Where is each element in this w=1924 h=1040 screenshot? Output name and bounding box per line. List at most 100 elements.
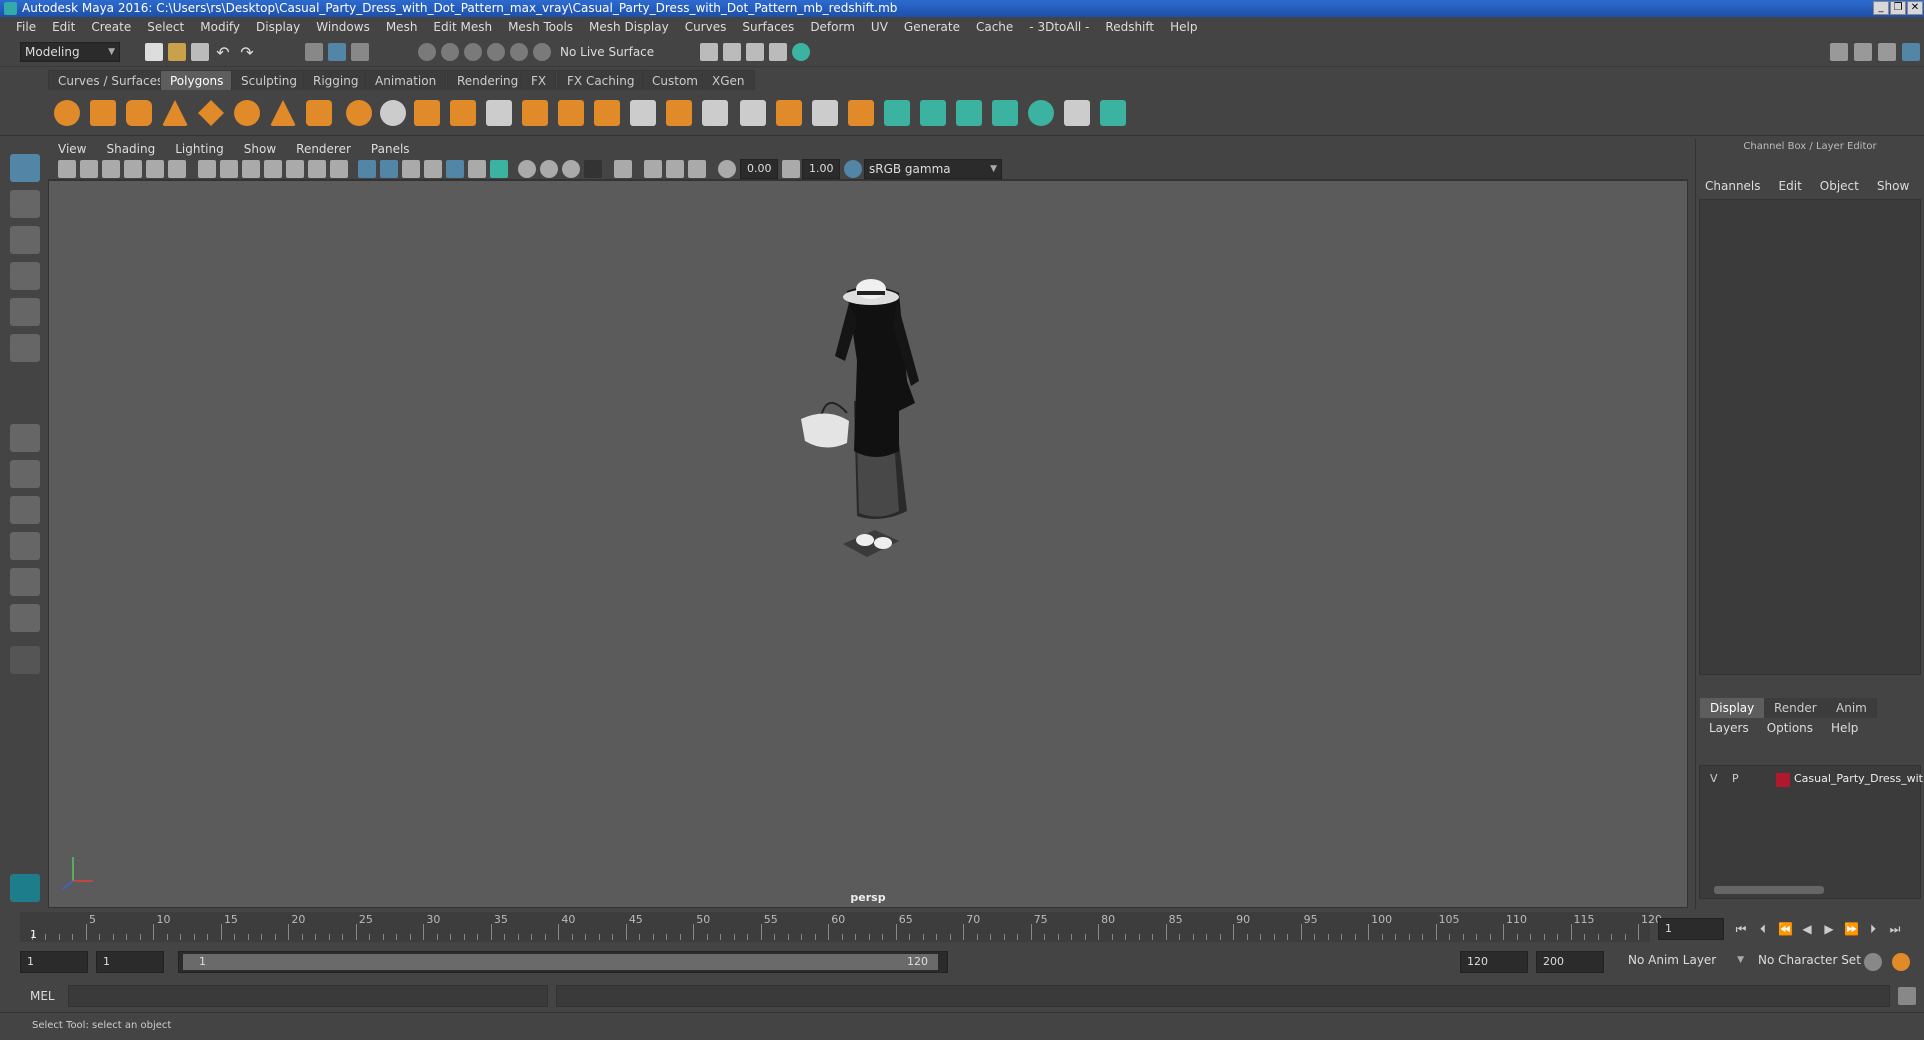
preferences-icon[interactable] — [1892, 953, 1910, 971]
menu-redshift[interactable]: Redshift — [1097, 20, 1162, 34]
depth-of-field-icon[interactable] — [584, 160, 602, 178]
snap-pivot-icon[interactable] — [533, 43, 551, 61]
layer-menu-layers[interactable]: Layers — [1700, 721, 1758, 735]
poly-cone-icon[interactable] — [162, 100, 188, 126]
four-view-layout-icon[interactable] — [10, 460, 40, 488]
menu-curves[interactable]: Curves — [677, 20, 735, 34]
range-slider[interactable]: 1 120 — [178, 951, 948, 973]
poly-cylinder-icon[interactable] — [126, 100, 152, 126]
separate-icon[interactable] — [380, 100, 406, 126]
automatic-uv-icon[interactable] — [992, 100, 1018, 126]
poly-torus-icon[interactable] — [234, 100, 260, 126]
resolution-gate-icon[interactable] — [242, 160, 260, 178]
xray-active-icon[interactable] — [688, 160, 706, 178]
open-scene-icon[interactable] — [168, 43, 186, 61]
lasso-tool-icon[interactable] — [10, 190, 40, 218]
multi-cut-icon[interactable] — [702, 100, 728, 126]
layer-visibility-toggle[interactable]: V — [1710, 772, 1718, 785]
layer-tab-render[interactable]: Render — [1764, 698, 1827, 718]
xray-joints-icon[interactable] — [666, 160, 684, 178]
channel-menu-show[interactable]: Show — [1868, 179, 1918, 193]
target-weld-icon[interactable] — [740, 100, 766, 126]
menu-create[interactable]: Create — [83, 20, 139, 34]
shelf-tab-custom[interactable]: Custom — [642, 70, 708, 90]
menu-windows[interactable]: Windows — [308, 20, 378, 34]
layer-list-scrollbar[interactable] — [1714, 886, 1824, 894]
save-scene-icon[interactable] — [191, 43, 209, 61]
wireframe-icon[interactable] — [358, 160, 376, 178]
paint-select-tool-icon[interactable] — [10, 226, 40, 254]
two-panel-layout-icon[interactable] — [10, 496, 40, 524]
select-component-icon[interactable] — [351, 43, 369, 61]
viewport-menu-show[interactable]: Show — [234, 142, 286, 156]
live-surface-label[interactable]: No Live Surface — [560, 45, 654, 59]
step-forward-icon[interactable]: ⏵ — [1866, 922, 1880, 936]
menu-3dtoall[interactable]: - 3DtoAll - — [1021, 20, 1097, 34]
shelf-tab-polygons[interactable]: Polygons — [160, 70, 234, 90]
command-input[interactable] — [68, 985, 548, 1007]
spherical-uv-icon[interactable] — [956, 100, 982, 126]
snap-live-icon[interactable] — [510, 43, 528, 61]
mirror-icon[interactable] — [848, 100, 874, 126]
render-view-icon[interactable] — [700, 43, 718, 61]
default-material-icon[interactable] — [424, 160, 442, 178]
menu-mesh[interactable]: Mesh — [378, 20, 426, 34]
camera-attributes-icon[interactable] — [80, 160, 98, 178]
step-back-icon[interactable]: ⏴ — [1756, 922, 1770, 936]
persp-graph-layout-icon[interactable] — [10, 568, 40, 596]
go-to-start-icon[interactable]: ⏮ — [1734, 922, 1748, 936]
shelf-tab-animation[interactable]: Animation — [365, 70, 447, 90]
menu-select[interactable]: Select — [139, 20, 192, 34]
ipr-render-icon[interactable] — [746, 43, 764, 61]
shelf-tab-curves-surfaces[interactable]: Curves / Surfaces — [48, 70, 174, 90]
wireframe-on-shaded-icon[interactable] — [402, 160, 420, 178]
single-perspective-layout-icon[interactable] — [10, 424, 40, 452]
anti-aliasing-icon[interactable] — [562, 160, 580, 178]
ambient-occlusion-icon[interactable] — [518, 160, 536, 178]
scale-tool-icon[interactable] — [10, 334, 40, 362]
layer-menu-help[interactable]: Help — [1822, 721, 1867, 735]
render-settings-icon[interactable] — [769, 43, 787, 61]
hypershade-layout-icon[interactable] — [10, 604, 40, 632]
poly-pyramid-icon[interactable] — [270, 100, 296, 126]
perspective-viewport[interactable]: persp — [48, 180, 1688, 908]
poly-sphere-icon[interactable] — [54, 100, 80, 126]
minimize-button[interactable]: _ — [1873, 1, 1889, 15]
shelf-tab-rigging[interactable]: Rigging — [303, 70, 369, 90]
poly-cube-icon[interactable] — [90, 100, 116, 126]
grease-pencil-icon[interactable] — [168, 160, 186, 178]
menu-mesh-tools[interactable]: Mesh Tools — [500, 20, 581, 34]
menu-cache[interactable]: Cache — [968, 20, 1021, 34]
channel-menu-object[interactable]: Object — [1811, 179, 1868, 193]
channel-menu-edit[interactable]: Edit — [1770, 179, 1811, 193]
film-gate-icon[interactable] — [220, 160, 238, 178]
persp-outliner-layout-icon[interactable] — [10, 532, 40, 560]
render-frame-icon[interactable] — [723, 43, 741, 61]
channel-box-area[interactable] — [1699, 199, 1921, 675]
rotate-tool-icon[interactable] — [10, 298, 40, 326]
attribute-editor-icon[interactable] — [1854, 43, 1872, 61]
shadows-icon[interactable] — [490, 160, 508, 178]
menu-surfaces[interactable]: Surfaces — [734, 20, 802, 34]
select-camera-icon[interactable] — [58, 160, 76, 178]
playback-start-field[interactable]: 1 — [96, 951, 164, 973]
viewport-menu-renderer[interactable]: Renderer — [286, 142, 361, 156]
view-transform-dropdown[interactable]: sRGB gamma ▼ — [864, 159, 1002, 179]
append-polygon-icon[interactable] — [630, 100, 656, 126]
end-time-field[interactable]: 200 — [1536, 951, 1604, 973]
isolate-select-icon[interactable] — [614, 160, 632, 178]
quad-draw-icon[interactable] — [812, 100, 838, 126]
menu-generate[interactable]: Generate — [896, 20, 968, 34]
color-management-icon[interactable] — [844, 160, 862, 178]
unfold-uv-icon[interactable] — [1100, 100, 1126, 126]
layer-tab-display[interactable]: Display — [1700, 698, 1765, 718]
layer-row[interactable]: V P Casual_Party_Dress_with — [1704, 770, 1924, 790]
menu-uv[interactable]: UV — [863, 20, 896, 34]
current-frame-field[interactable]: 1 — [1658, 918, 1724, 940]
motion-blur-icon[interactable] — [540, 160, 558, 178]
image-plane-icon[interactable] — [124, 160, 142, 178]
step-back-key-icon[interactable]: ⏪ — [1778, 922, 1793, 936]
menu-mesh-display[interactable]: Mesh Display — [581, 20, 677, 34]
shelf-tab-xgen[interactable]: XGen — [702, 70, 755, 90]
viewport-menu-view[interactable]: View — [48, 142, 96, 156]
